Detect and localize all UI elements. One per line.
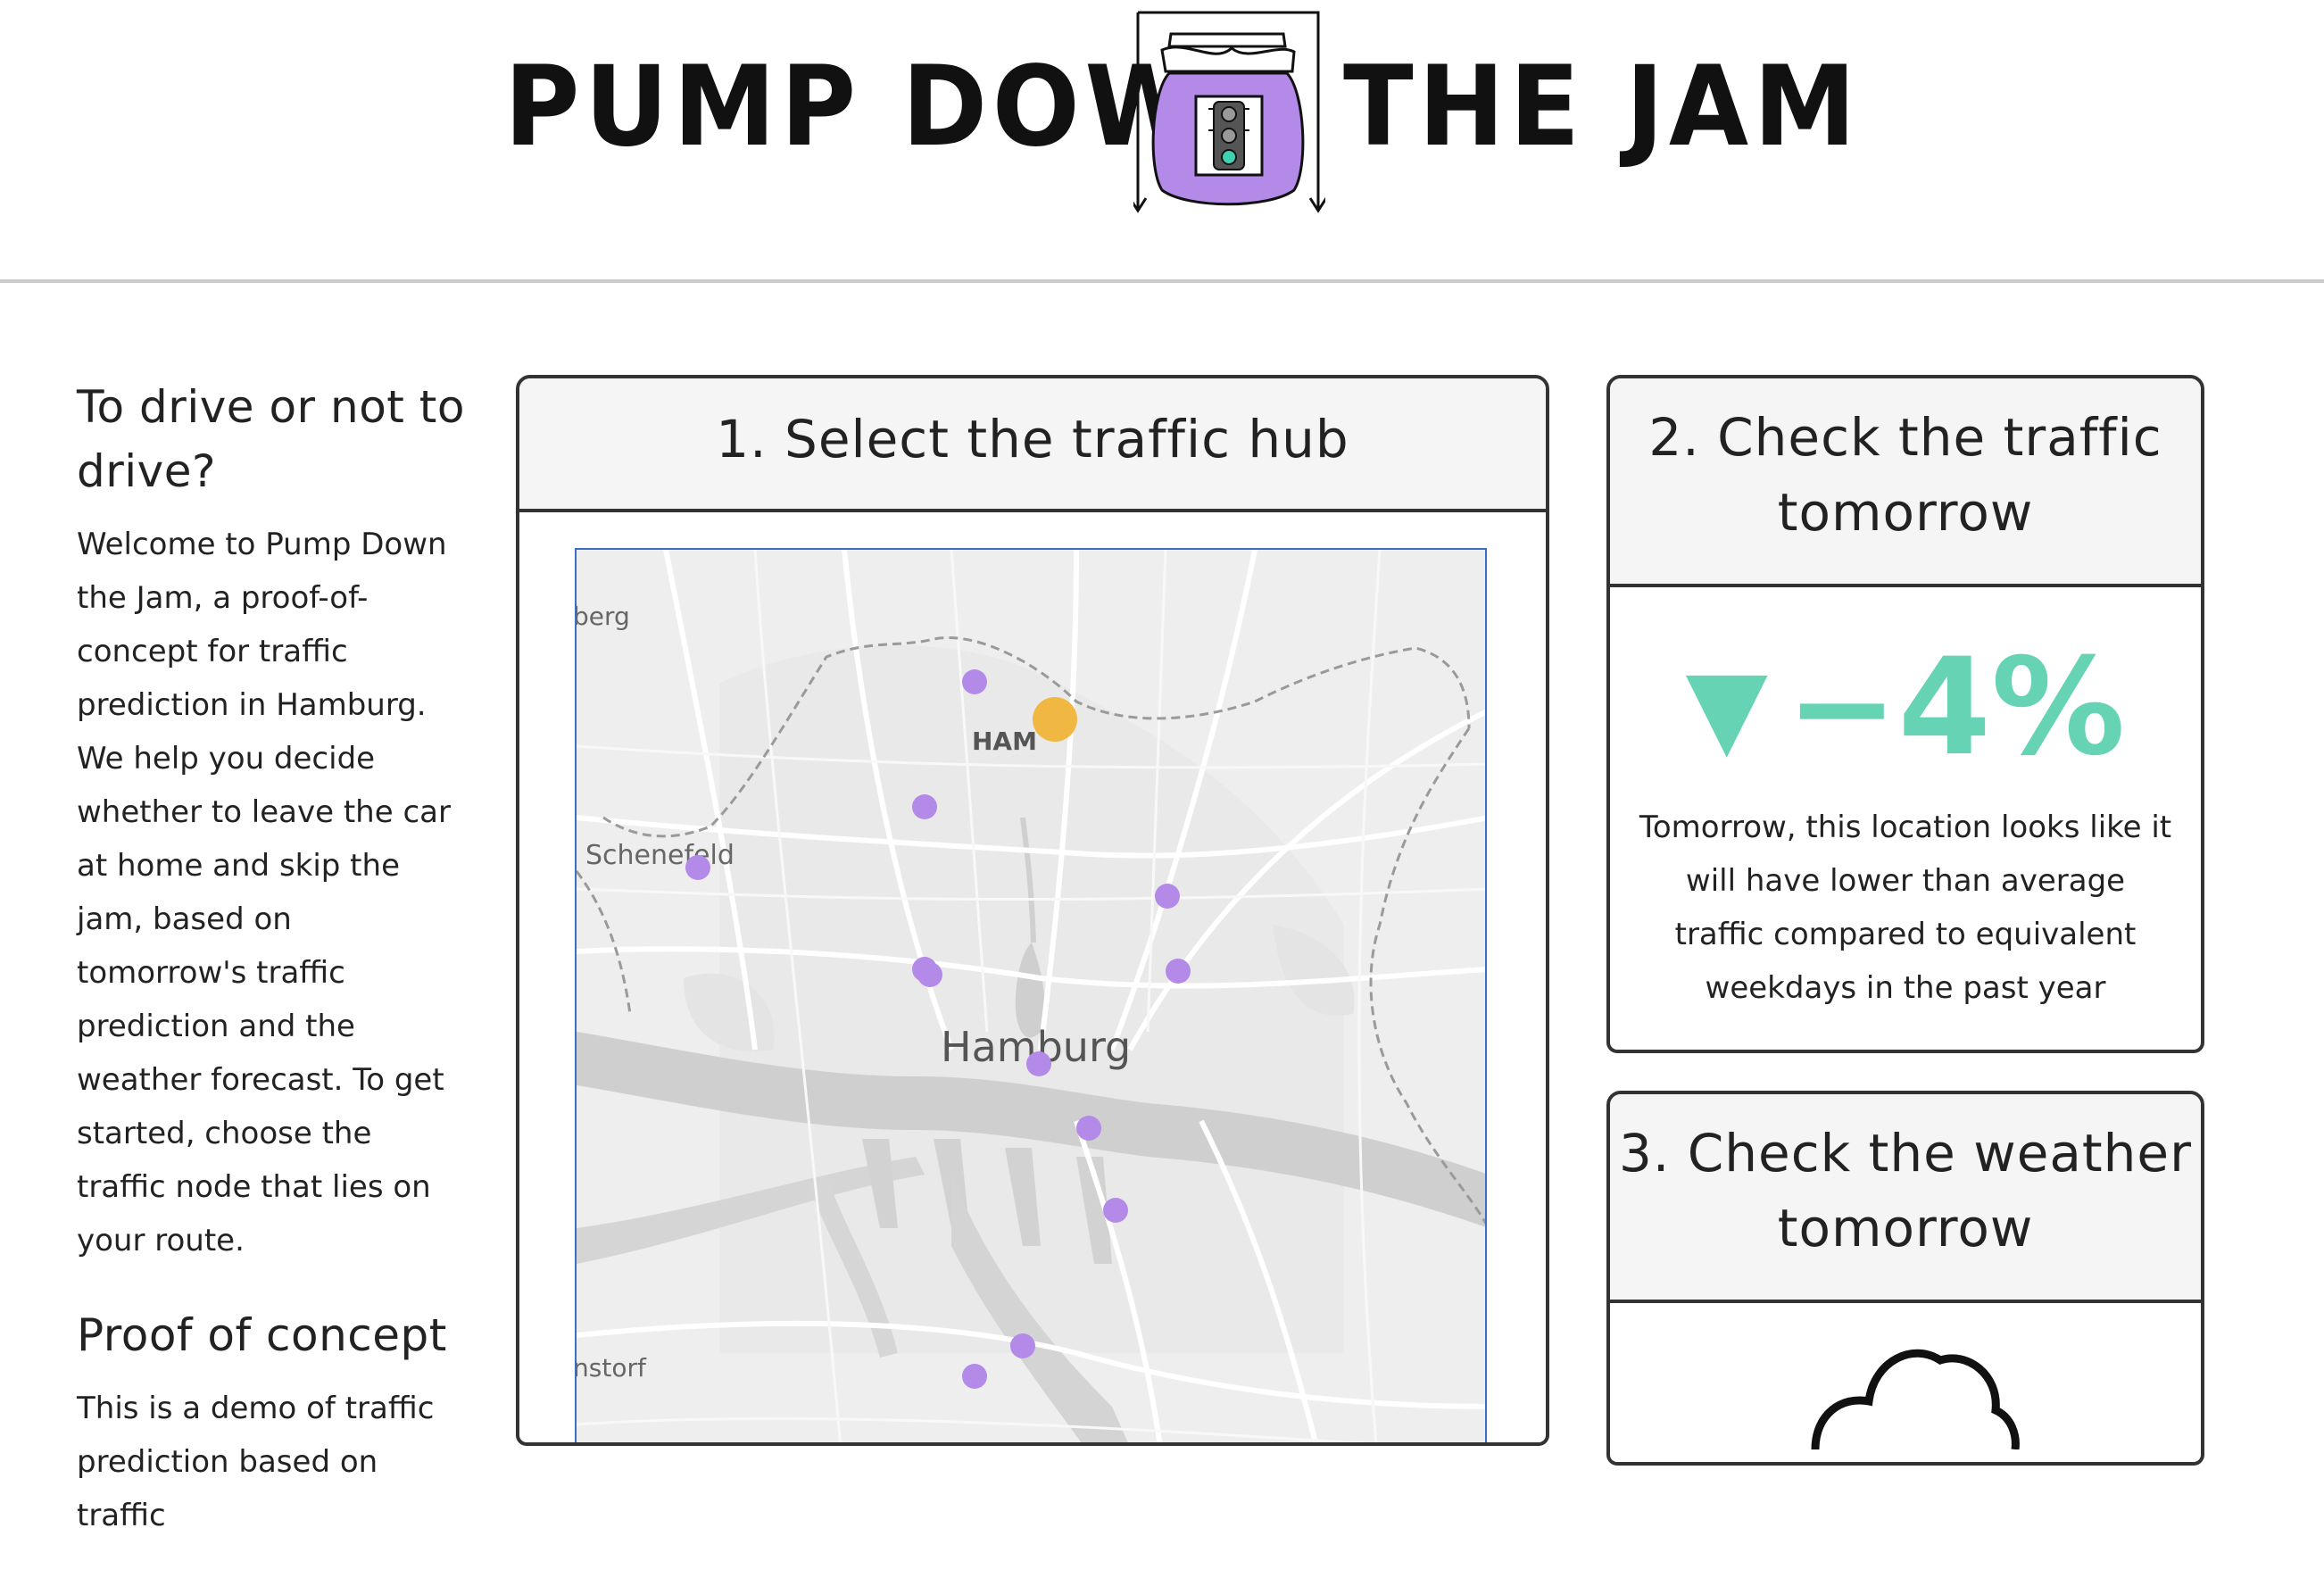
intro-heading: To drive or not to drive? bbox=[77, 381, 465, 497]
traffic-hub-marker[interactable] bbox=[912, 794, 937, 819]
header-divider bbox=[0, 279, 2324, 283]
traffic-hub-marker[interactable] bbox=[1166, 959, 1191, 984]
traffic-hub-marker[interactable] bbox=[1155, 884, 1180, 909]
traffic-hub-marker-selected[interactable] bbox=[1033, 697, 1077, 742]
select-hub-title: 1. Select the traffic hub bbox=[519, 378, 1546, 512]
intro-sidebar: To drive or not to drive? Welcome to Pum… bbox=[77, 375, 469, 1578]
traffic-hub-marker[interactable] bbox=[1026, 1051, 1051, 1076]
traffic-hub-marker[interactable] bbox=[1076, 1116, 1101, 1141]
traffic-tomorrow-title: 2. Check the traffic tomorrow bbox=[1610, 378, 2201, 587]
traffic-description: Tomorrow, this location looks like it wi… bbox=[1639, 810, 2172, 1006]
proof-of-concept-text: This is a demo of traffic prediction bas… bbox=[77, 1391, 435, 1533]
logo-title-right: THE JAM bbox=[1343, 43, 1862, 171]
traffic-hub-marker[interactable] bbox=[685, 855, 710, 880]
traffic-change-value: ▼ −4% bbox=[1610, 641, 2201, 776]
weather-result bbox=[1610, 1303, 2201, 1462]
traffic-hub-marker[interactable] bbox=[962, 1364, 987, 1389]
app-header: PUMP DOWN THE JAM bbox=[0, 0, 2324, 284]
traffic-hub-marker[interactable] bbox=[962, 669, 987, 694]
traffic-change-percent: −4% bbox=[1785, 630, 2126, 785]
traffic-hub-markers bbox=[685, 669, 1191, 1389]
down-arrow-icon: ▼ bbox=[1685, 646, 1768, 770]
traffic-tomorrow-card: 2. Check the traffic tomorrow ▼ −4% Tomor… bbox=[1606, 375, 2204, 1053]
weather-tomorrow-card: 3. Check the weather tomorrow bbox=[1606, 1091, 2204, 1466]
traffic-result: ▼ −4% Tomorrow, this location looks like … bbox=[1610, 587, 2201, 1015]
jam-jar-traffic-light-icon bbox=[1133, 11, 1325, 213]
traffic-hub-marker[interactable] bbox=[1010, 1333, 1035, 1358]
proof-of-concept-heading: Proof of concept bbox=[77, 1309, 447, 1361]
cloud-icon bbox=[1811, 1349, 2020, 1449]
select-hub-card: 1. Select the traffic hub berg HAM Schen… bbox=[516, 375, 1549, 1446]
intro-text: Welcome to Pump Down the Jam, a proof-of… bbox=[77, 527, 451, 1258]
traffic-hub-marker[interactable] bbox=[917, 962, 942, 987]
hamburg-map[interactable]: berg HAM Schenefeld Hamburg nstorf bbox=[575, 548, 1487, 1442]
weather-tomorrow-title: 3. Check the weather tomorrow bbox=[1610, 1094, 2201, 1303]
traffic-hub-marker[interactable] bbox=[1103, 1198, 1128, 1223]
